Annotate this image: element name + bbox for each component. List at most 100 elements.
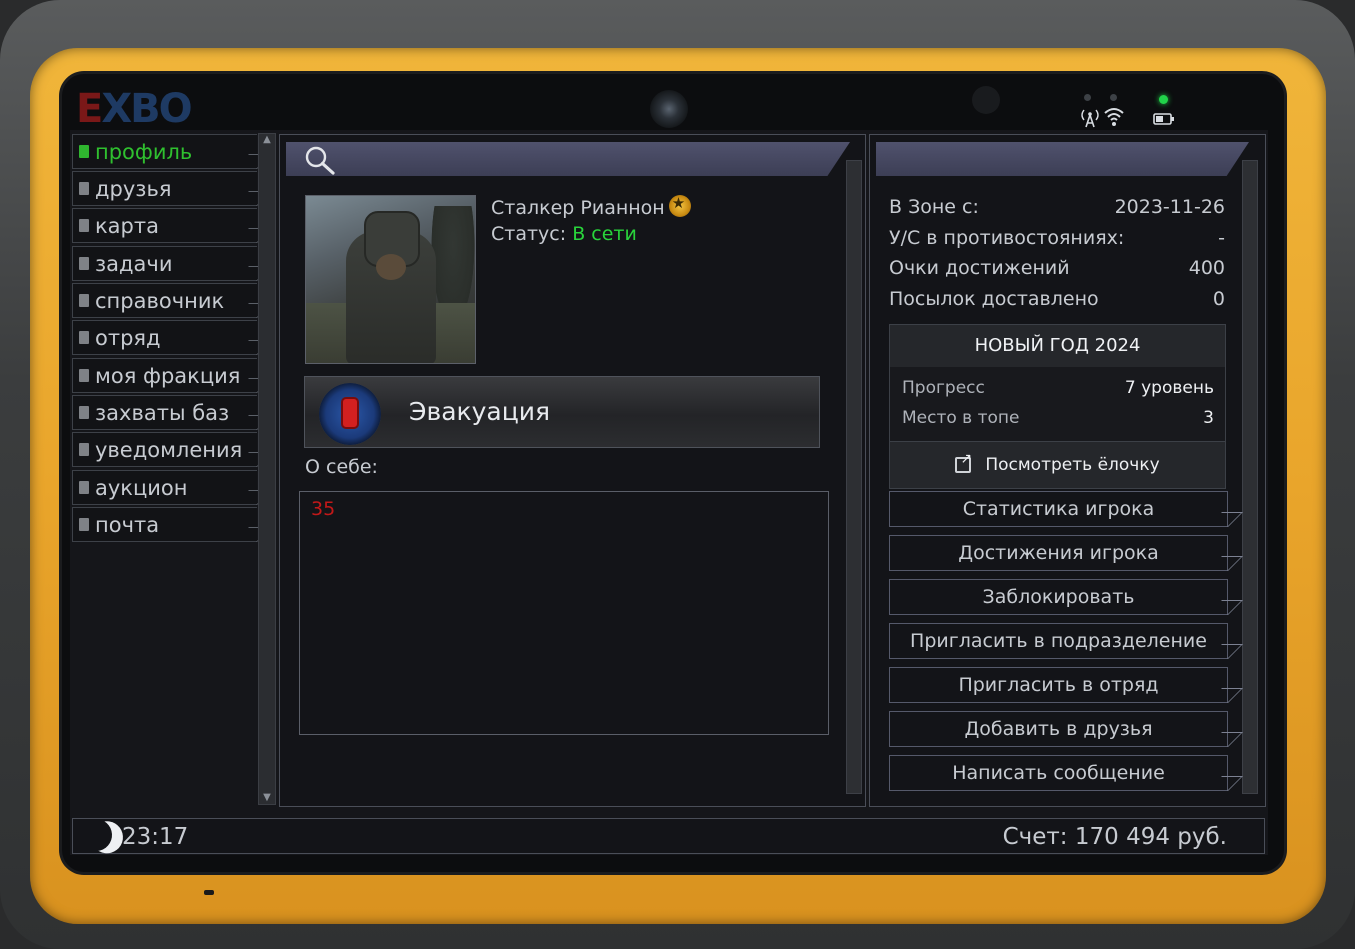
nav-label: захваты баз (95, 400, 230, 425)
nav-label: задачи (95, 251, 173, 276)
invite-squad-button[interactable]: Пригласить в отряд (889, 667, 1228, 703)
balance: Счет: 170 494 руб. (1002, 824, 1227, 850)
event-rank-value: 3 (1203, 408, 1214, 428)
player-name-line: Сталкер Рианнон (491, 194, 691, 219)
group-banner[interactable]: Эвакуация (304, 376, 820, 448)
nav-label: профиль (95, 139, 193, 164)
stat-value: 2023-11-26 (1114, 196, 1225, 218)
button-label: Написать сообщение (952, 762, 1165, 784)
scroll-up-icon[interactable]: ▲ (261, 134, 273, 146)
button-label: Добавить в друзья (964, 718, 1153, 740)
tablet-port (204, 890, 214, 895)
stat-label: Посылок доставлено (889, 288, 1099, 310)
logo-part-mid: X (101, 86, 132, 132)
stat-row: В Зоне с: 2023-11-26 (889, 196, 1225, 218)
view-tree-label: Посмотреть ёлочку (985, 455, 1160, 475)
rank-badge-icon (668, 194, 691, 217)
stat-row: Очки достижений 400 (889, 257, 1225, 279)
button-label: Заблокировать (982, 586, 1135, 608)
info-header-bar (876, 142, 1249, 176)
nav-item-mail[interactable]: почта (72, 507, 257, 542)
event-card: НОВЫЙ ГОД 2024 Прогресс 7 уровень Место в… (889, 324, 1226, 489)
invite-division-button[interactable]: Пригласить в подразделение (889, 623, 1228, 659)
group-name: Эвакуация (409, 397, 551, 426)
view-tree-button[interactable]: Посмотреть ёлочку (890, 441, 1225, 488)
status-label: Статус: (491, 223, 567, 245)
info-scrollbar[interactable] (1242, 160, 1258, 794)
event-progress-value: 7 уровень (1124, 378, 1214, 398)
pda-tablet: EXBO профиль друзья карта задачи справоч… (0, 0, 1355, 949)
add-friend-button[interactable]: Добавить в друзья (889, 711, 1228, 747)
nav-item-faction[interactable]: моя фракция (72, 358, 257, 393)
nav-item-friends[interactable]: друзья (72, 171, 257, 206)
about-textbox[interactable]: 35 (299, 491, 829, 735)
stat-value: - (1218, 227, 1225, 249)
bullet-icon (79, 145, 89, 158)
send-message-button[interactable]: Написать сообщение (889, 755, 1228, 791)
exbo-logo: EXBO (76, 86, 193, 132)
event-title: НОВЫЙ ГОД 2024 (890, 325, 1225, 367)
stat-value: 400 (1188, 257, 1225, 279)
nav-label: аукцион (95, 475, 188, 500)
event-rank-label: Место в топе (902, 408, 1020, 428)
button-label: Пригласить в подразделение (910, 630, 1207, 652)
event-progress-label: Прогресс (902, 378, 985, 398)
stat-label: У/С в противостояниях: (889, 227, 1125, 249)
nav-item-profile[interactable]: профиль (72, 134, 257, 169)
logo-part-left: E (76, 86, 103, 132)
button-label: Достижения игрока (958, 542, 1159, 564)
nav-item-tasks[interactable]: задачи (72, 246, 257, 281)
block-button[interactable]: Заблокировать (889, 579, 1228, 615)
stat-row: У/С в противостояниях: - (889, 227, 1225, 249)
event-progress-row: Прогресс 7 уровень (902, 378, 1214, 398)
stat-label: В Зоне с: (889, 196, 979, 218)
player-achievements-button[interactable]: Достижения игрока (889, 535, 1228, 571)
nav-label: друзья (95, 176, 172, 201)
power-led (1159, 95, 1168, 104)
group-emblem-icon (319, 383, 381, 445)
nav-label: справочник (95, 288, 225, 313)
nav-label: карта (95, 213, 159, 238)
bullet-icon (79, 481, 89, 494)
bullet-icon (79, 219, 89, 232)
player-avatar (305, 195, 476, 364)
nav-item-auction[interactable]: аукцион (72, 470, 257, 505)
battery-icon (1153, 110, 1175, 131)
nav-item-notifications[interactable]: уведомления (72, 432, 257, 467)
stat-value: 0 (1212, 288, 1225, 310)
antenna-icon (1079, 106, 1101, 133)
button-label: Пригласить в отряд (958, 674, 1159, 696)
nav-item-map[interactable]: карта (72, 208, 257, 243)
about-text: 35 (311, 498, 336, 520)
nav-item-squad[interactable]: отряд (72, 320, 257, 355)
clock: 23:17 (122, 824, 189, 850)
nav-item-base-captures[interactable]: захваты баз (72, 395, 257, 430)
bullet-icon (79, 257, 89, 270)
button-label: Статистика игрока (962, 498, 1155, 520)
indicator-dot (1084, 94, 1091, 101)
sidebar-scrollbar[interactable]: ▲ ▼ (258, 133, 276, 805)
nav-item-handbook[interactable]: справочник (72, 283, 257, 318)
sensor-dot (972, 86, 1000, 114)
scroll-down-icon[interactable]: ▼ (261, 792, 273, 804)
bullet-icon (79, 406, 89, 419)
nav-label: отряд (95, 325, 161, 350)
bullet-icon (79, 331, 89, 344)
external-link-icon (955, 451, 972, 473)
nav-label: уведомления (95, 437, 243, 462)
bullet-icon (79, 518, 89, 531)
stat-row: Посылок доставлено 0 (889, 288, 1225, 310)
about-label: О себе: (305, 456, 378, 478)
nav-label: почта (95, 512, 160, 537)
camera-lens (650, 90, 688, 128)
player-status-line: Статус: В сети (491, 223, 637, 245)
bullet-icon (79, 182, 89, 195)
player-name: Сталкер Рианнон (491, 197, 665, 219)
bullet-icon (79, 443, 89, 456)
stat-label: Очки достижений (889, 257, 1070, 279)
profile-scrollbar[interactable] (846, 160, 862, 794)
search-icon[interactable] (303, 144, 337, 180)
bullet-icon (79, 369, 89, 382)
wifi-icon (1103, 106, 1125, 131)
player-stats-button[interactable]: Статистика игрока (889, 491, 1228, 527)
